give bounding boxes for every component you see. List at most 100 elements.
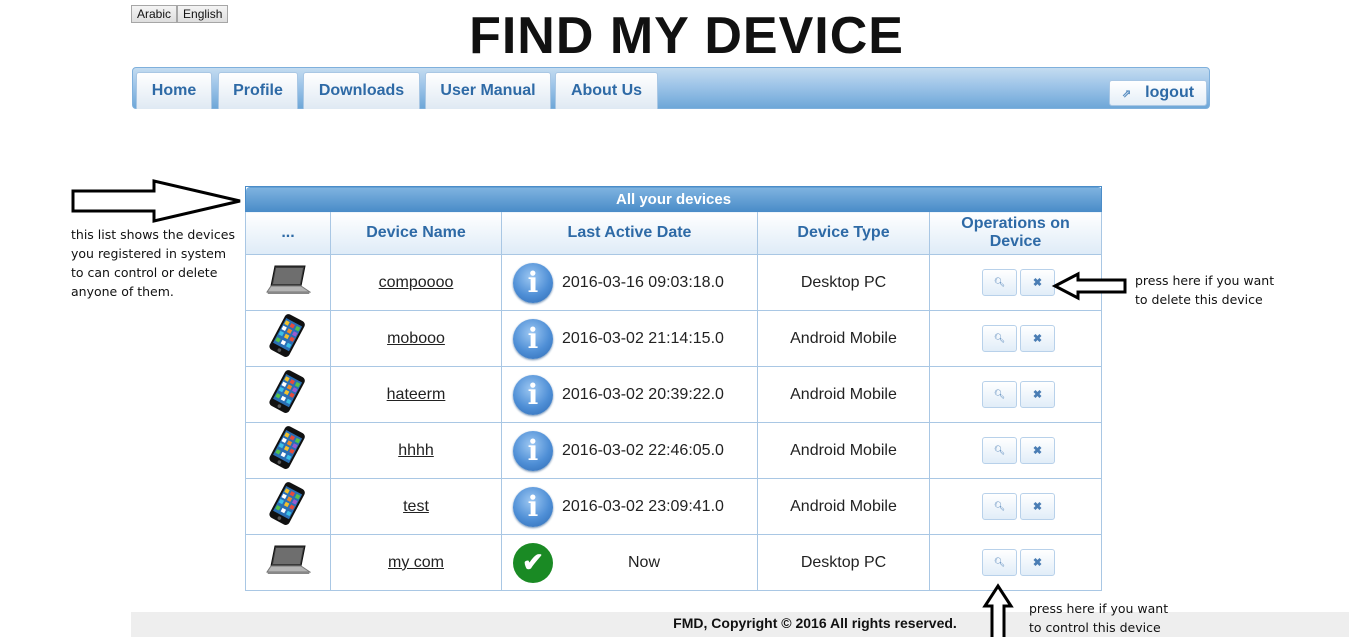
- logout-button[interactable]: ⇗ logout: [1109, 80, 1207, 106]
- operations-cell: 🔍︎ ✖: [928, 478, 1103, 535]
- laptop-icon: [265, 265, 312, 300]
- operations-cell: 🔍︎ ✖: [928, 366, 1103, 423]
- tab-downloads[interactable]: Downloads: [303, 72, 420, 109]
- device-name-link[interactable]: hhhh: [398, 442, 434, 459]
- info-icon: i: [513, 318, 553, 359]
- delete-explanation-note: press here if you want to delete this de…: [1135, 271, 1274, 309]
- external-link-icon: ⇗: [1121, 87, 1132, 100]
- device-name-cell: hhhh: [330, 422, 502, 479]
- close-icon: ✖: [1032, 501, 1043, 513]
- delete-device-button[interactable]: ✖: [1020, 381, 1056, 408]
- column-header-operations: Operations on Device: [928, 211, 1103, 255]
- search-icon: 🔍︎: [993, 445, 1006, 455]
- note-line: press here if you want: [1135, 273, 1275, 288]
- phone-icon: [266, 314, 310, 362]
- operations-cell: 🔍︎ ✖: [928, 310, 1103, 367]
- operations-cell: 🔍︎ ✖: [928, 422, 1103, 479]
- device-type-cell: Android Mobile: [757, 478, 930, 535]
- control-device-button[interactable]: 🔍︎: [982, 493, 1018, 520]
- last-active-date: Now: [627, 553, 660, 571]
- last-active-cell: i 2016-03-02 23:09:41.0: [501, 478, 758, 535]
- table-row: test i 2016-03-02 23:09:41.0 Android Mobile…: [245, 478, 1103, 535]
- tab-user-manual[interactable]: User Manual: [425, 72, 551, 109]
- search-icon: 🔍︎: [993, 501, 1006, 511]
- device-name-cell: compoooo: [330, 254, 502, 311]
- control-device-button[interactable]: 🔍︎: [982, 381, 1018, 408]
- device-name-cell: test: [330, 478, 502, 535]
- table-row: hhhh i 2016-03-02 22:46:05.0 Android Mobile…: [245, 422, 1103, 479]
- device-type: Android Mobile: [790, 329, 897, 347]
- last-active-date: 2016-03-02 22:46:05.0: [562, 441, 724, 459]
- device-type: Android Mobile: [790, 385, 897, 403]
- device-icon-cell: [245, 534, 331, 591]
- last-active-date: 2016-03-16 09:03:18.0: [562, 273, 724, 291]
- last-active-date: 2016-03-02 20:39:22.0: [562, 385, 724, 403]
- search-icon: 🔍︎: [993, 389, 1006, 399]
- last-active-cell: i 2016-03-02 22:46:05.0: [501, 422, 758, 479]
- devices-table: All your devices ... Device Name Last Ac…: [244, 186, 1103, 591]
- info-icon: i: [513, 262, 553, 303]
- last-active-cell: i 2016-03-16 09:03:18.0: [501, 254, 758, 311]
- note-line: you registered in system: [71, 246, 227, 261]
- delete-device-button[interactable]: ✖: [1020, 549, 1056, 576]
- operations-cell: 🔍︎ ✖: [928, 534, 1103, 591]
- device-icon-cell: [245, 310, 331, 367]
- device-type: Desktop PC: [800, 273, 887, 291]
- device-type: Desktop PC: [800, 553, 887, 571]
- logout-label: logout: [1145, 84, 1195, 101]
- device-icon-cell: [245, 422, 331, 479]
- device-name-link[interactable]: test: [403, 498, 429, 515]
- note-line: to delete this device: [1135, 292, 1263, 307]
- phone-icon: [266, 370, 310, 418]
- control-device-button[interactable]: 🔍︎: [982, 269, 1018, 296]
- last-active-date: 2016-03-02 21:14:15.0: [562, 329, 724, 347]
- info-icon: i: [513, 430, 553, 471]
- up-arrow-icon: [982, 583, 1014, 637]
- device-icon-cell: [245, 478, 331, 535]
- info-icon: i: [513, 486, 553, 527]
- device-name-link[interactable]: hateerm: [387, 386, 446, 403]
- column-header-last-active: Last Active Date: [501, 211, 758, 255]
- close-icon: ✖: [1032, 389, 1043, 401]
- device-name-link[interactable]: my com: [388, 554, 444, 571]
- device-name-cell: my com: [330, 534, 502, 591]
- device-name-link[interactable]: compoooo: [379, 274, 454, 291]
- control-device-button[interactable]: 🔍︎: [982, 325, 1018, 352]
- last-active-date: 2016-03-02 23:09:41.0: [562, 497, 724, 515]
- tab-about-us[interactable]: About Us: [555, 72, 658, 109]
- tab-home[interactable]: Home: [136, 72, 212, 109]
- table-row: my com ✔ Now Desktop PC 🔍︎ ✖: [245, 534, 1103, 591]
- control-explanation-note: press here if you want to control this d…: [1029, 599, 1168, 637]
- note-line: this list shows the devices: [71, 227, 235, 242]
- control-device-button[interactable]: 🔍︎: [982, 437, 1018, 464]
- search-icon: 🔍︎: [993, 277, 1006, 287]
- device-name-cell: mobooo: [330, 310, 502, 367]
- list-explanation-note: this list shows the devices you register…: [71, 225, 235, 301]
- device-name-link[interactable]: mobooo: [387, 330, 445, 347]
- device-type-cell: Android Mobile: [757, 310, 930, 367]
- last-active-cell: ✔ Now: [501, 534, 758, 591]
- delete-device-button[interactable]: ✖: [1020, 493, 1056, 520]
- close-icon: ✖: [1032, 557, 1043, 569]
- info-icon: i: [513, 374, 553, 415]
- device-type-cell: Desktop PC: [757, 254, 930, 311]
- close-icon: ✖: [1032, 445, 1043, 457]
- device-type: Android Mobile: [790, 497, 897, 515]
- column-header-device-type: Device Type: [757, 211, 930, 255]
- tab-profile[interactable]: Profile: [218, 72, 298, 109]
- control-device-button[interactable]: 🔍︎: [982, 549, 1018, 576]
- device-type-cell: Android Mobile: [757, 366, 930, 423]
- phone-icon: [266, 482, 310, 530]
- delete-device-button[interactable]: ✖: [1020, 325, 1056, 352]
- delete-device-button[interactable]: ✖: [1020, 437, 1056, 464]
- note-line: press here if you want: [1029, 601, 1169, 616]
- table-header-row: ... Device Name Last Active Date Device …: [245, 211, 1103, 255]
- search-icon: 🔍︎: [993, 333, 1006, 343]
- delete-device-button[interactable]: ✖: [1020, 269, 1056, 296]
- main-navbar: Home Profile Downloads User Manual About…: [132, 67, 1210, 109]
- device-type: Android Mobile: [790, 441, 897, 459]
- note-line: to can control or delete: [71, 265, 218, 280]
- last-active-cell: i 2016-03-02 21:14:15.0: [501, 310, 758, 367]
- close-icon: ✖: [1032, 277, 1043, 289]
- table-row: compoooo i 2016-03-16 09:03:18.0 Desktop PC…: [245, 254, 1103, 311]
